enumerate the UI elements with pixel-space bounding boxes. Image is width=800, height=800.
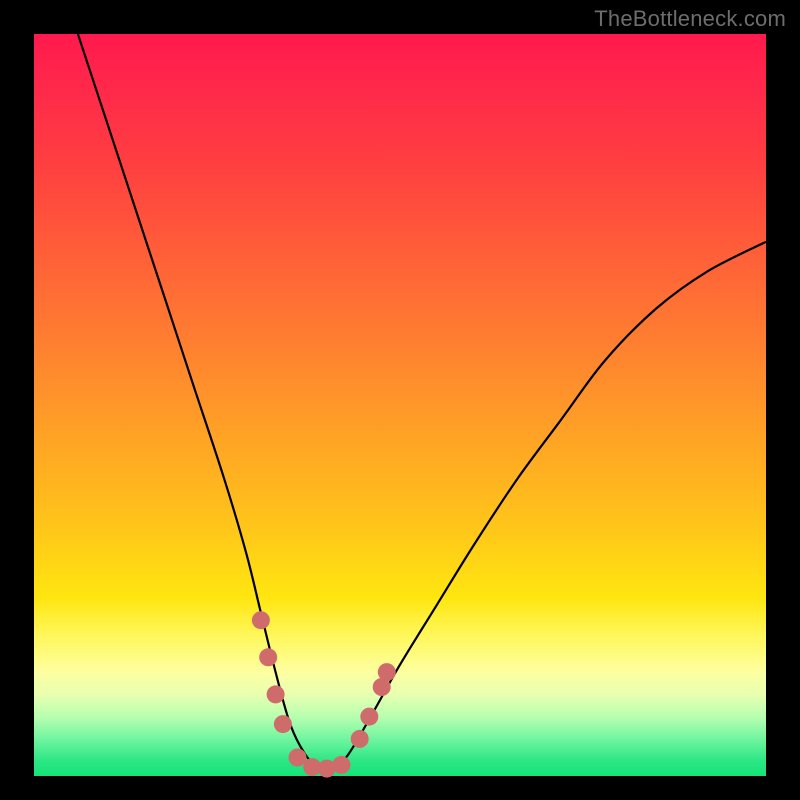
- marker-left-1: [252, 611, 270, 629]
- marker-right-1: [351, 730, 369, 748]
- bottleneck-curve: [78, 34, 766, 770]
- marker-right-4: [378, 663, 396, 681]
- marker-group: [252, 611, 396, 777]
- marker-left-4: [274, 715, 292, 733]
- marker-bottom-4: [332, 756, 350, 774]
- marker-bottom-1: [289, 749, 307, 767]
- chart-frame: TheBottleneck.com: [0, 0, 800, 800]
- marker-left-3: [267, 685, 285, 703]
- marker-right-2: [360, 708, 378, 726]
- curve-svg: [34, 34, 766, 776]
- watermark-text: TheBottleneck.com: [594, 6, 786, 32]
- marker-left-2: [259, 648, 277, 666]
- plot-area: [34, 34, 766, 776]
